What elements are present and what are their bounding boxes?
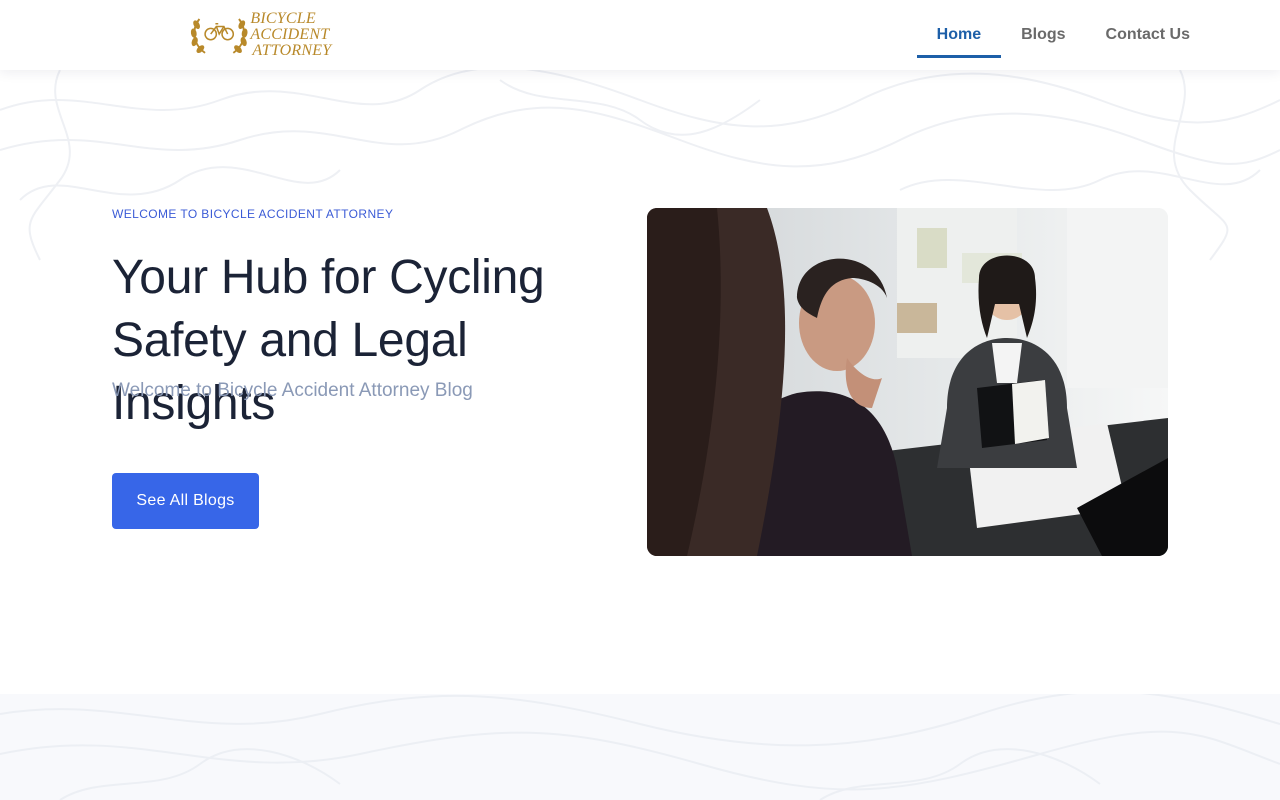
logo-line-2: ATTORNEY: [252, 42, 332, 59]
attorney-consultation-photo: [647, 208, 1168, 556]
topographic-pattern-lower: [0, 694, 1280, 800]
bicycle-laurel-icon: [190, 18, 248, 54]
hero-section: WELCOME TO BICYCLE ACCIDENT ATTORNEY You…: [0, 70, 1280, 694]
site-header: BICYCLE ACCIDENT ATTORNEY Home Blogs Con…: [0, 0, 1280, 70]
hero-title: Your Hub for Cycling Safety and Legal In…: [112, 251, 545, 430]
logo-line-1: BICYCLE ACCIDENT: [250, 10, 330, 43]
blog-section-background: [0, 694, 1280, 800]
nav-home[interactable]: Home: [916, 0, 1002, 70]
see-all-blogs-button[interactable]: See All Blogs: [112, 473, 259, 529]
logo-wordmark: BICYCLE ACCIDENT ATTORNEY: [250, 11, 390, 59]
hero-image: [647, 208, 1168, 556]
nav-blogs[interactable]: Blogs: [1001, 0, 1085, 70]
main-nav: Home Blogs Contact Us: [916, 0, 1210, 70]
site-logo[interactable]: BICYCLE ACCIDENT ATTORNEY: [190, 11, 390, 59]
hero-eyebrow: WELCOME TO BICYCLE ACCIDENT ATTORNEY: [112, 207, 394, 221]
nav-contact-us[interactable]: Contact Us: [1086, 0, 1210, 70]
hero-subtitle: Welcome to Bicycle Accident Attorney Blo…: [112, 380, 473, 401]
